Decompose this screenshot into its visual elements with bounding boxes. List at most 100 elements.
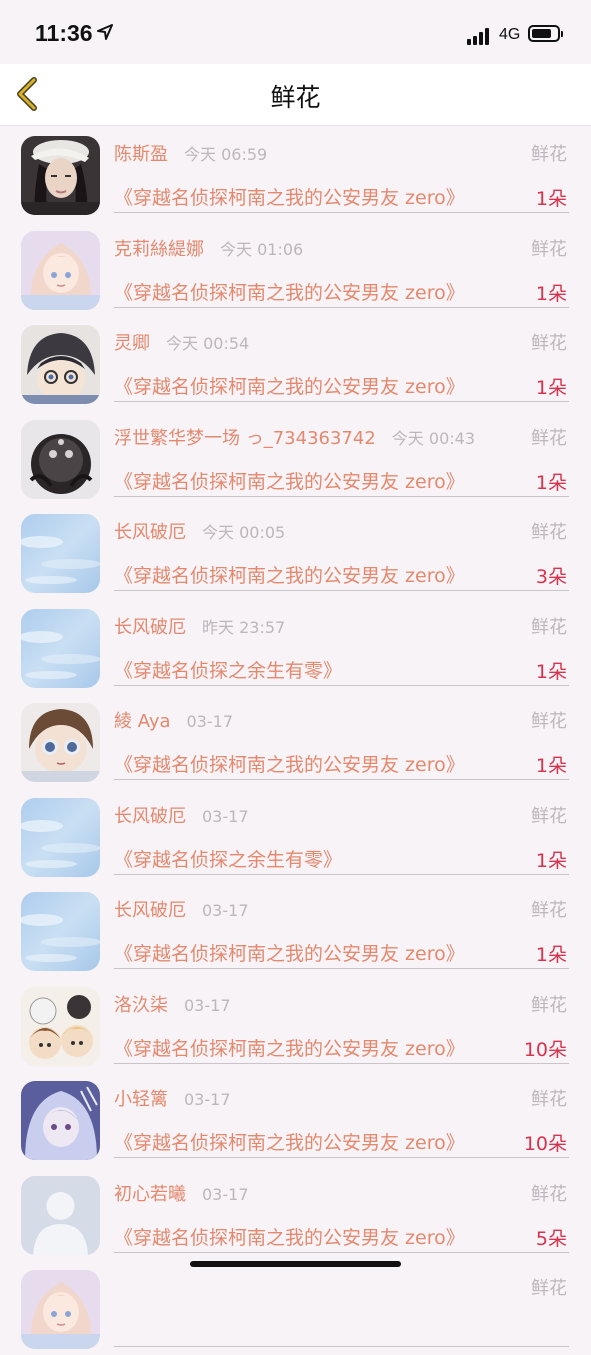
gift-count: 10朵 [523,1038,567,1061]
avatar[interactable] [21,514,100,593]
user-name[interactable]: 綾 Aya 03-17 [114,707,233,733]
list-item[interactable]: 小轻篱 03-17 鲜花 《穿越名侦探柯南之我的公安男友 zero》 10朵 [0,1071,591,1166]
book-title[interactable]: 《穿越名侦探柯南之我的公安男友 zero》 [114,750,465,777]
gift-time: 03-17 [184,995,231,1015]
user-name[interactable]: 克莉絲緹娜 今天 01:06 [114,235,303,261]
avatar[interactable] [21,986,100,1066]
book-title[interactable]: 《穿越名侦探之余生有零》 [114,656,342,683]
list-item[interactable]: 浮世繁华梦一场 っ_734363742 今天 00:43 鲜花《穿越名侦探柯南之我的… [0,410,591,505]
list-item[interactable]: 长风破厄 03-17 鲜花《穿越名侦探之余生有零》 1朵 [0,788,591,883]
gift-type-label: 鲜花 [531,805,567,827]
gift-count: 5朵 [535,1227,567,1250]
user-name[interactable]: 灵卿 今天 00:54 [114,329,249,355]
gift-type-label: 鲜花 [531,144,567,165]
gift-type-label: 鲜花 [531,522,567,543]
gift-list: 陈斯盈 今天 06:59 鲜花 《穿越名侦探柯南之我的公安男友 zero》 1朵 克莉絲緹… [0,126,591,1355]
user-name[interactable] [114,1274,130,1295]
gift-type-label: 鲜花 [531,1183,567,1205]
gift-count: 1朵 [535,471,567,494]
book-title[interactable]: 《穿越名侦探柯南之我的公安男友 zero》 [114,561,465,588]
gift-time: 03-17 [186,712,234,731]
gift-type-label: 鲜花 [531,711,567,732]
list-item[interactable]: 鲜花 [0,1260,591,1355]
divider [114,779,569,780]
network-type: 4G [499,26,521,43]
book-title[interactable]: 《穿越名侦探柯南之我的公安男友 zero》 [114,1034,465,1061]
divider [114,1157,569,1158]
gift-time: 03-17 [202,1184,249,1204]
gift-count: 1朵 [535,755,567,777]
list-item[interactable]: 陈斯盈 今天 06:59 鲜花《穿越名侦探柯南之我的公安男友 zero》 1朵 [0,126,591,221]
book-title[interactable]: 《穿越名侦探柯南之我的公安男友 zero》 [114,1128,465,1155]
gift-count: 1朵 [535,849,567,872]
list-item[interactable]: 灵卿 今天 00:54 鲜花 《穿越名侦探柯南之我的公安男友 zero》 1朵 [0,315,591,410]
divider [114,968,569,969]
list-item[interactable]: 长风破厄 今天 00:05 鲜花《穿越名侦探柯南之我的公安男友 zero》 3朵 [0,504,591,599]
gift-type-label: 鲜花 [531,616,567,638]
divider [114,306,569,308]
status-time: 11:36 [35,20,93,46]
list-item[interactable]: 长风破厄 昨天 23:57 鲜花《穿越名侦探之余生有零》 1朵 [0,599,591,694]
gift-type-label: 鲜花 [531,333,567,354]
user-name[interactable]: 陈斯盈 今天 06:59 [114,140,267,166]
gift-count: 1朵 [535,660,567,683]
gift-type-label: 鲜花 [531,1089,567,1110]
avatar[interactable] [21,703,100,782]
user-name[interactable]: 长风破厄 03-17 [114,896,249,922]
gift-count: 3朵 [535,566,567,588]
user-name[interactable]: 洛汣柒 03-17 [114,991,231,1017]
avatar[interactable] [21,1175,100,1255]
book-title[interactable]: 《穿越名侦探柯南之我的公安男友 zero》 [114,278,465,305]
divider [114,495,569,497]
avatar[interactable] [21,136,100,215]
list-item[interactable]: 克莉絲緹娜 今天 01:06 鲜花《穿越名侦探柯南之我的公安男友 zero》 1朵 [0,221,591,316]
book-title[interactable]: 《穿越名侦探柯南之我的公安男友 zero》 [114,467,465,494]
book-title[interactable]: 《穿越名侦探柯南之我的公安男友 zero》 [114,939,465,966]
divider [114,873,569,875]
status-bar: 11:36 4G [0,0,591,64]
book-title[interactable]: 《穿越名侦探柯南之我的公安男友 zero》 [114,1223,465,1250]
user-name[interactable]: 小轻篱 03-17 [114,1085,231,1111]
divider [114,1062,569,1064]
list-item[interactable]: 长风破厄 03-17 鲜花《穿越名侦探柯南之我的公安男友 zero》 1朵 [0,882,591,977]
gift-type-label: 鲜花 [531,1278,567,1299]
list-item[interactable]: 初心若曦 03-17 鲜花《穿越名侦探柯南之我的公安男友 zero》 5朵 [0,1166,591,1261]
nav-bar: 鲜花 [0,64,591,126]
gift-count: 1朵 [535,188,567,210]
list-item[interactable]: 綾 Aya 03-17 鲜花《穿越名侦探柯南之我的公安男友 zero》 1朵 [0,693,591,788]
user-name[interactable]: 长风破厄 03-17 [114,802,249,828]
gift-count: 1朵 [535,944,567,966]
avatar[interactable] [21,325,100,404]
location-arrow-icon [97,24,113,40]
list-item[interactable]: 洛汣柒 03-17 鲜花 《穿越名侦探柯南之我的公安男友 zero》 10朵 [0,977,591,1072]
gift-time: 今天 06:59 [184,145,268,164]
book-title[interactable]: 《穿越名侦探之余生有零》 [114,845,342,872]
gift-time: 今天 00:54 [166,334,250,353]
divider [114,212,569,213]
gift-time: 03-17 [202,901,249,920]
user-name[interactable]: 长风破厄 今天 00:05 [114,518,285,544]
gift-time: 今天 00:43 [391,428,475,448]
avatar[interactable] [21,230,100,310]
avatar[interactable] [21,419,100,499]
home-indicator [190,1261,401,1267]
gift-count: 1朵 [535,282,567,305]
gift-type-label: 鲜花 [531,427,567,449]
divider [114,590,569,591]
user-name[interactable]: 浮世繁华梦一场 っ_734363742 今天 00:43 [114,424,475,450]
book-title[interactable]: 《穿越名侦探柯南之我的公安男友 zero》 [114,183,465,210]
book-title[interactable]: 《穿越名侦探柯南之我的公安男友 zero》 [114,372,465,399]
user-name[interactable]: 初心若曦 03-17 [114,1180,249,1206]
avatar[interactable] [21,608,100,688]
user-name[interactable]: 长风破厄 昨天 23:57 [114,613,285,639]
avatar[interactable] [21,892,100,971]
gift-type-label: 鲜花 [531,900,567,921]
divider [114,1346,569,1347]
battery-icon [528,25,563,42]
gift-type-label: 鲜花 [531,238,567,260]
avatar[interactable] [21,1270,100,1349]
avatar[interactable] [21,797,100,877]
divider [114,1251,569,1253]
avatar[interactable] [21,1081,100,1160]
gift-time: 昨天 23:57 [202,617,286,637]
